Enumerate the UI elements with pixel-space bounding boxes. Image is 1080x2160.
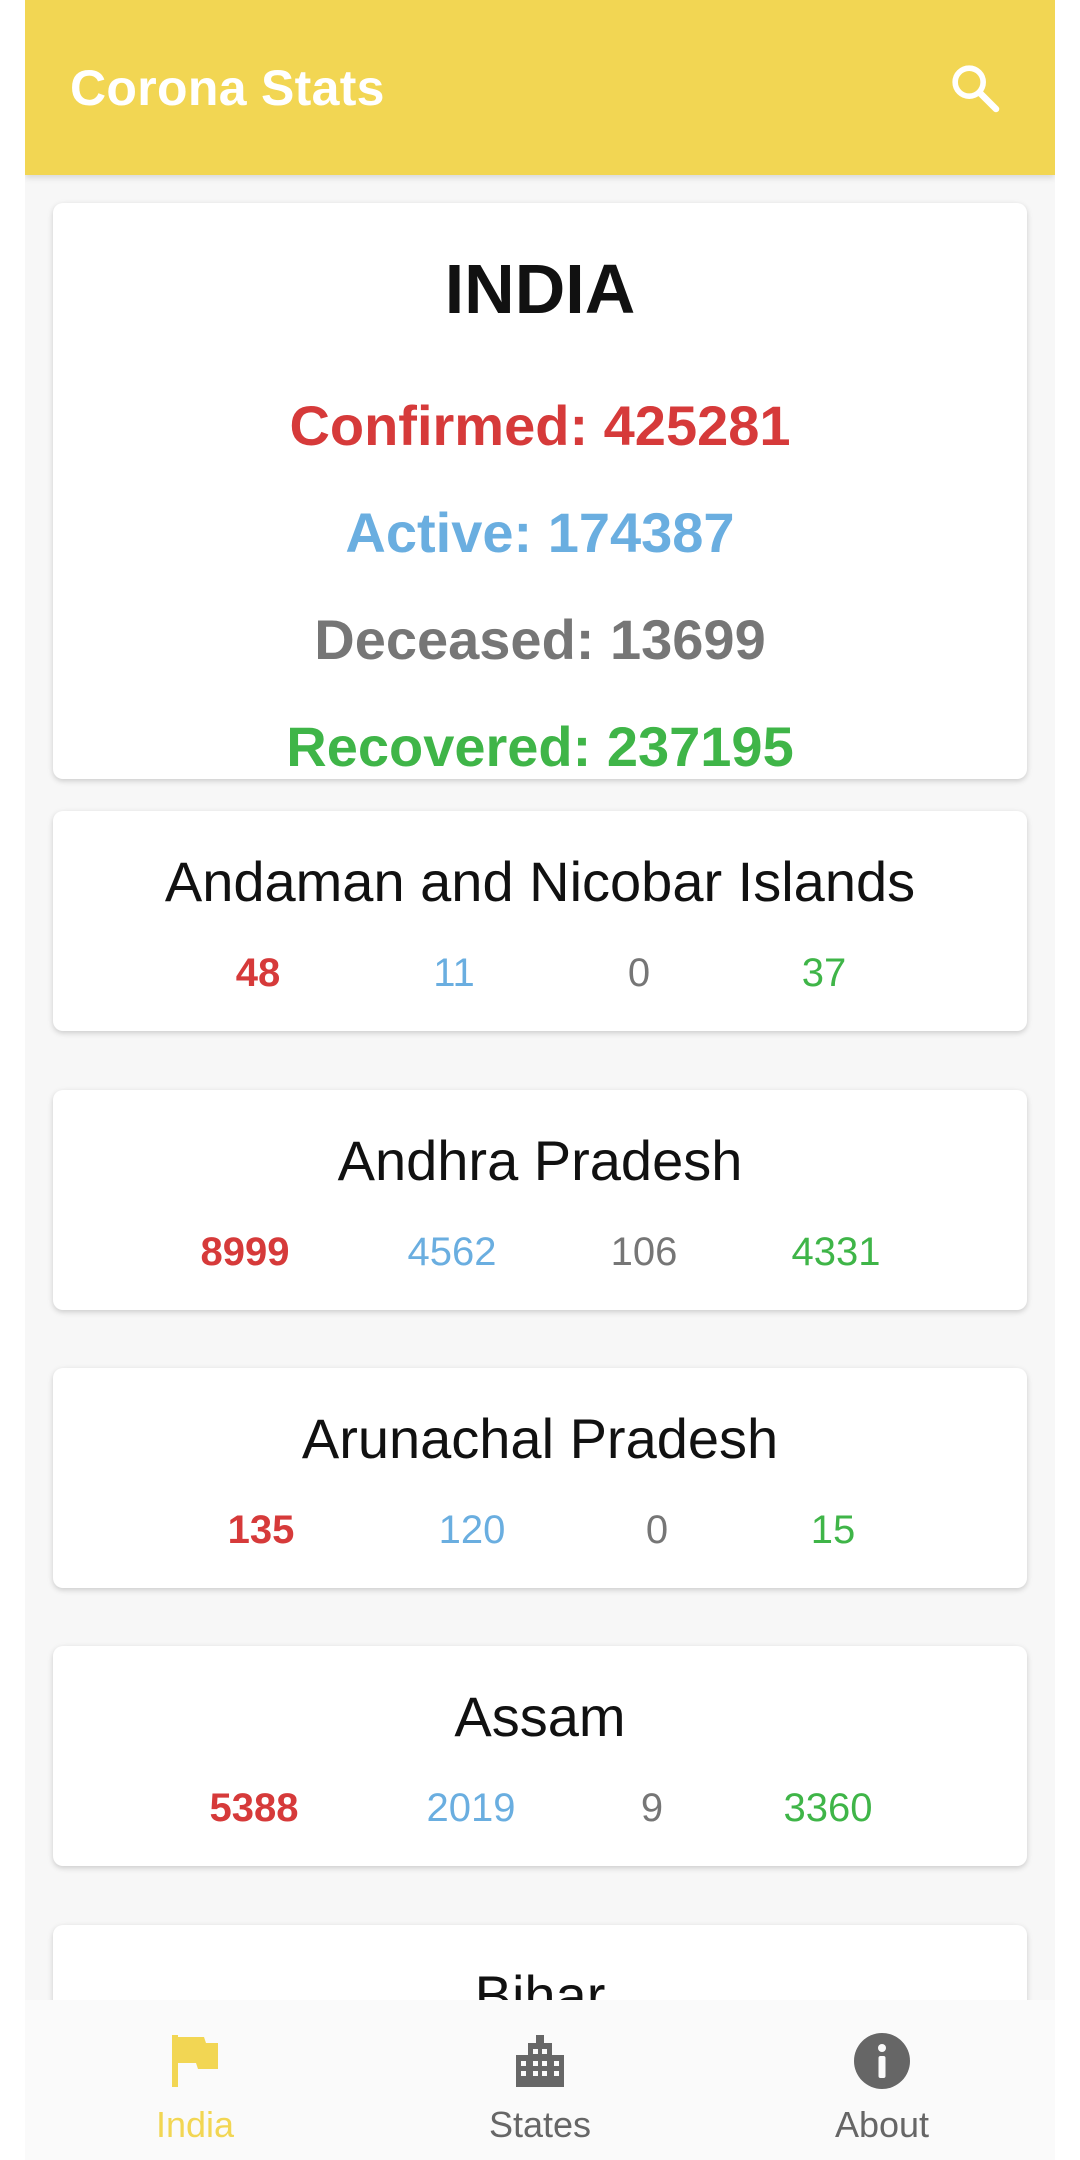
state-card[interactable]: Arunachal Pradesh 135 120 0 15	[53, 1368, 1027, 1588]
state-name: Bihar	[474, 1964, 606, 2000]
state-confirmed: 48	[235, 951, 281, 995]
deceased-total: Deceased: 13699	[314, 608, 766, 671]
state-name: Arunachal Pradesh	[301, 1407, 779, 1470]
state-recovered: 15	[810, 1508, 856, 1552]
state-card[interactable]: Andaman and Nicobar Islands 48 11 0 37	[53, 811, 1027, 1031]
state-deceased: 106	[610, 1230, 678, 1274]
country-name: INDIA	[444, 250, 636, 328]
search-icon	[952, 64, 1000, 112]
app-bar: Corona Stats	[25, 0, 1055, 175]
state-recovered: 3360	[783, 1786, 873, 1830]
state-card[interactable]: Andhra Pradesh 8999 4562 106 4331	[53, 1090, 1027, 1310]
nav-item-india[interactable]: India	[45, 2000, 345, 2160]
state-confirmed: 8999	[200, 1230, 290, 1274]
nav-item-about[interactable]: About	[732, 2000, 1032, 2160]
state-active: 120	[438, 1508, 506, 1552]
flag-icon	[170, 2030, 220, 2092]
state-recovered: 4331	[791, 1230, 881, 1274]
bottom-navigation: India States About	[25, 2000, 1055, 2160]
state-active: 11	[433, 951, 475, 995]
state-card[interactable]: Bihar	[53, 1925, 1027, 2000]
state-active: 2019	[426, 1786, 516, 1830]
app-screen: Corona Stats INDIA Confirmed: 425281 Act…	[25, 0, 1055, 2160]
recovered-total: Recovered: 237195	[286, 715, 794, 778]
state-name: Assam	[454, 1685, 626, 1748]
app-title: Corona Stats	[70, 59, 385, 116]
state-name: Andaman and Nicobar Islands	[164, 850, 916, 913]
state-active: 4562	[407, 1230, 497, 1274]
nav-label-india: India	[155, 2104, 235, 2145]
active-total: Active: 174387	[345, 501, 735, 564]
stats-list[interactable]: INDIA Confirmed: 425281 Active: 174387 D…	[25, 175, 1055, 2000]
state-deceased: 0	[645, 1508, 669, 1552]
state-recovered: 37	[801, 951, 847, 995]
nav-label-about: About	[834, 2104, 930, 2145]
state-deceased: 9	[640, 1786, 664, 1830]
state-name: Andhra Pradesh	[337, 1129, 743, 1192]
state-deceased: 0	[627, 951, 651, 995]
state-confirmed: 135	[227, 1508, 295, 1552]
state-confirmed: 5388	[209, 1786, 299, 1830]
info-icon	[853, 2030, 911, 2092]
city-icon	[512, 2030, 568, 2092]
nav-item-states[interactable]: States	[390, 2000, 690, 2160]
confirmed-total: Confirmed: 425281	[289, 394, 791, 457]
country-summary-card: INDIA Confirmed: 425281 Active: 174387 D…	[53, 203, 1027, 779]
state-card[interactable]: Assam 5388 2019 9 3360	[53, 1646, 1027, 1866]
nav-label-states: States	[488, 2104, 592, 2145]
search-button[interactable]	[940, 53, 1010, 123]
